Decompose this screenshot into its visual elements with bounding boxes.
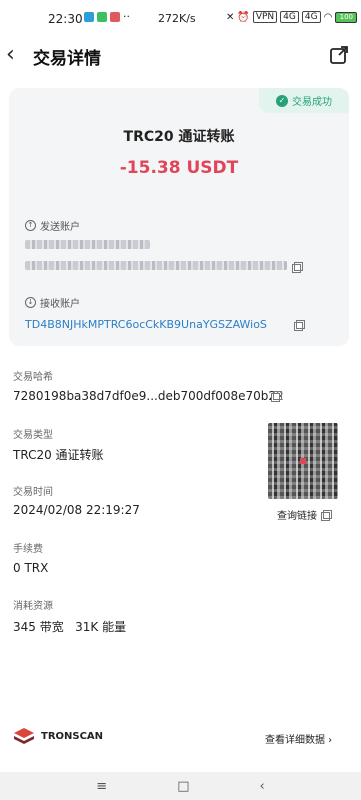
- status-bar: 22:30 ·· 272K/s ✕ ⏰ VPN 4G 4G ◠ 100: [0, 0, 361, 34]
- time-value: 2024/02/08 22:19:27: [13, 503, 140, 517]
- time-label: 交易时间: [13, 487, 53, 498]
- vpn-icon: VPN: [252, 11, 278, 23]
- system-icons: ✕ ⏰ VPN 4G 4G ◠ 100: [226, 11, 358, 23]
- copy-icon: [321, 509, 332, 521]
- tronscan-brand: TRONSCAN: [12, 727, 103, 745]
- transaction-title: TRC20 通证转账: [123, 129, 235, 145]
- sender-address-blurred: [25, 261, 287, 270]
- qr-center-mark: [300, 458, 306, 464]
- query-link-label: 查询链接: [277, 511, 317, 522]
- qr-code[interactable]: [268, 423, 338, 499]
- copy-icon[interactable]: [294, 320, 305, 331]
- transaction-summary-card: ✓ 交易成功 TRC20 通证转账 -15.38 USDT ↑ 发送账户 ↓ 接…: [9, 88, 349, 346]
- copy-icon[interactable]: [292, 262, 303, 273]
- receiver-label-row: ↓ 接收账户: [25, 295, 80, 310]
- mute-icon: ✕: [226, 11, 235, 23]
- alarm-icon: ⏰: [237, 11, 250, 23]
- app-icon: [110, 12, 120, 22]
- system-navigation-bar: ≡ □ ‹: [0, 772, 361, 800]
- receiver-address[interactable]: TD4B8NJHkMPTRC6ocCkKB9UnaYGSZAWioS: [25, 318, 267, 331]
- wechat-icon: [97, 12, 107, 22]
- wifi-icon: ◠: [323, 11, 333, 23]
- status-time: 22:30: [48, 12, 83, 26]
- sender-label-row: ↑ 发送账户: [25, 218, 80, 233]
- resource-label: 消耗资源: [13, 601, 53, 612]
- more-icon: ··: [123, 10, 130, 23]
- hash-value: 7280198ba38d7df0e9...deb700df008e70b22: [13, 389, 284, 403]
- receiver-label: 接收账户: [40, 299, 80, 310]
- menu-icon[interactable]: ≡: [96, 779, 107, 794]
- sender-label: 发送账户: [40, 222, 80, 233]
- battery-icon: 100: [335, 11, 358, 23]
- resource-value: 345 带宽 31K 能量: [13, 620, 127, 634]
- transaction-amount: -15.38 USDT: [119, 158, 239, 178]
- back-nav-icon[interactable]: ‹: [260, 779, 265, 794]
- page-title: 交易详情: [33, 49, 101, 69]
- fee-value: 0 TRX: [13, 561, 49, 575]
- check-icon: ✓: [276, 94, 288, 107]
- signal-icon: 4G: [280, 11, 299, 23]
- sender-name-blurred: [25, 240, 150, 249]
- share-icon[interactable]: [328, 44, 350, 66]
- hash-label: 交易哈希: [13, 372, 53, 383]
- status-badge: ✓ 交易成功: [259, 88, 349, 113]
- arrow-up-icon: ↑: [25, 220, 36, 231]
- notification-icons: ··: [84, 10, 130, 23]
- copy-icon[interactable]: [271, 391, 282, 402]
- status-badge-label: 交易成功: [292, 97, 332, 108]
- home-icon[interactable]: □: [177, 779, 189, 794]
- brand-name: TRONSCAN: [41, 730, 104, 742]
- type-label: 交易类型: [13, 430, 53, 441]
- tronscan-logo-icon: [12, 727, 36, 745]
- network-speed: 272K/s: [158, 12, 196, 25]
- query-link[interactable]: 查询链接: [277, 507, 332, 522]
- signal-icon: 4G: [301, 11, 321, 23]
- back-icon[interactable]: ‹: [6, 42, 28, 68]
- type-value: TRC20 通证转账: [13, 448, 104, 462]
- view-details-link[interactable]: 查看详细数据 ›: [265, 731, 332, 746]
- arrow-down-icon: ↓: [25, 297, 36, 308]
- telegram-icon: [84, 12, 94, 22]
- fee-label: 手续费: [13, 544, 43, 555]
- nav-bar: ‹ 交易详情: [0, 38, 361, 74]
